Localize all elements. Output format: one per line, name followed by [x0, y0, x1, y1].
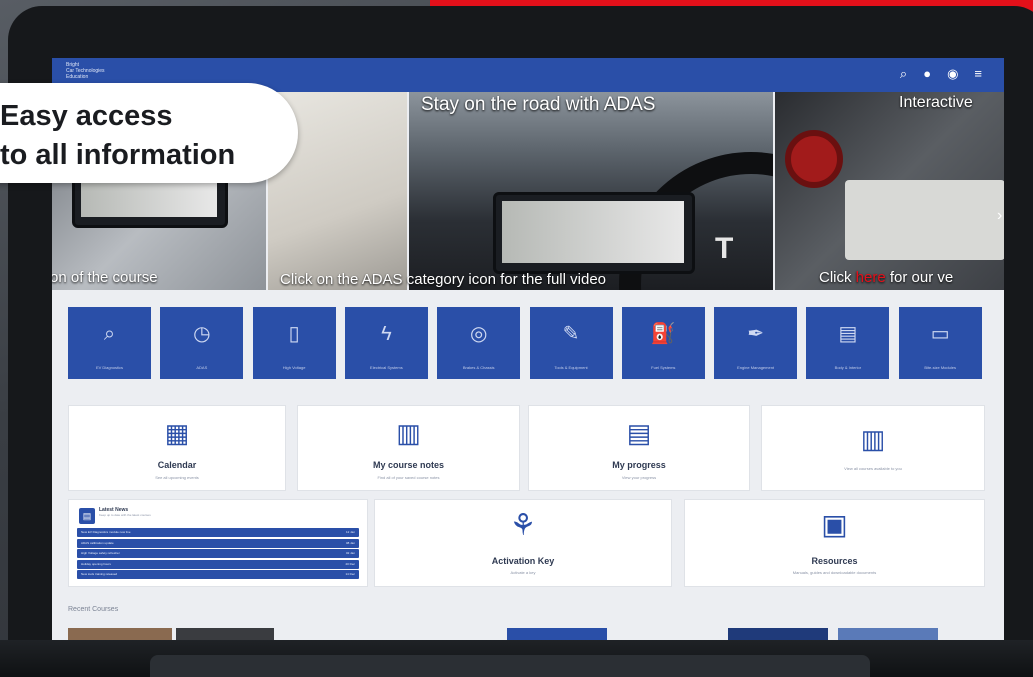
activation-title: Activation Key: [491, 556, 555, 566]
here-link[interactable]: here: [856, 269, 886, 286]
search-icon[interactable]: ⌕: [900, 65, 907, 83]
resources-title: Resources: [811, 556, 858, 566]
category-label: Engine Management: [737, 365, 775, 370]
news-item[interactable]: New EV Diagnostics module now live 12 Jan: [77, 528, 359, 537]
battery-icon: ▯: [288, 323, 300, 345]
news-icon: ▤: [79, 508, 95, 524]
electrical-icon: ϟ: [381, 323, 392, 345]
activation-subtitle: Activate a key: [510, 570, 536, 575]
brand-logo[interactable]: Bright Car Technologies Education: [66, 62, 105, 80]
notes-title: My course notes: [372, 460, 445, 470]
car-logo-icon: T: [715, 232, 734, 265]
chat-icon[interactable]: ●: [923, 65, 931, 83]
courses-subtitle: View all courses available to you: [844, 466, 902, 471]
category-label: Fuel Systems: [651, 365, 676, 370]
callout-line-1: Easy access: [0, 100, 173, 132]
category-tile[interactable]: ▭ Bite-size Modules: [898, 307, 982, 379]
category-tile[interactable]: ⌕ EV Diagnostics: [68, 307, 151, 379]
map-icon: ▥: [396, 418, 421, 448]
category-tile[interactable]: ◷ ADAS: [160, 307, 244, 379]
notebook-icon: ▣: [821, 509, 848, 540]
progress-title: My progress: [612, 460, 666, 470]
category-tile[interactable]: ◎ Brakes & Chassis: [437, 307, 521, 379]
banner-caption-adas: Click on the ADAS category icon for the …: [280, 271, 607, 288]
news-item[interactable]: ADAS calibration update 08 Jan: [77, 538, 359, 548]
report-icon: ▤: [626, 418, 652, 448]
brand-line-3: Education: [66, 74, 89, 80]
news-item-date: 20 Dec: [345, 561, 355, 566]
banner-adas-video[interactable]: Stay on the road with ADAS T: [409, 92, 773, 290]
user-icon[interactable]: ◉: [947, 65, 958, 83]
category-label: Electrical Systems: [370, 365, 403, 370]
category-tile[interactable]: ▯ High Voltage: [252, 307, 336, 379]
category-label: Tools & Equipment: [554, 365, 588, 370]
callout-line-2: to all information: [0, 139, 236, 171]
diagnostics-icon: ⌕: [103, 323, 116, 345]
brakes-icon: ◎: [469, 323, 488, 345]
callout-bubble: Easy access to all information: [0, 83, 298, 183]
news-item-text: Holiday opening hours: [81, 561, 111, 566]
fuel-icon: ⛽: [650, 323, 676, 345]
nav-icon-group: ⌕ ● ◉ ≡: [900, 65, 982, 83]
resources-card[interactable]: ▣ Resources Manuals, guides and download…: [684, 499, 985, 587]
news-item-text: ADAS calibration update: [81, 540, 114, 545]
id-card-icon: ▭: [930, 323, 950, 345]
news-subtitle: Keep up to date with the latest courses: [99, 513, 151, 517]
resources-subtitle: Manuals, guides and downloadable documen…: [792, 570, 877, 575]
news-item[interactable]: Holiday opening hours 20 Dec: [77, 559, 359, 569]
category-tiles: ⌕ EV Diagnostics ◷ ADAS ▯ High Voltage ϟ Electr…: [68, 307, 988, 379]
news-item-text: New EV Diagnostics module now live: [81, 530, 131, 534]
banner-title: Stay on the road with ADAS: [421, 94, 656, 115]
category-tile[interactable]: ✒ Engine Management: [714, 307, 798, 379]
category-tile[interactable]: ✎ Tools & Equipment: [529, 307, 613, 379]
map-icon: ▥: [860, 424, 886, 454]
course-notes-card[interactable]: ▥ My course notes Find all of your saved…: [297, 405, 520, 491]
category-tile[interactable]: ⛽ Fuel Systems: [621, 307, 705, 379]
calendar-icon: ▦: [164, 418, 190, 448]
progress-subtitle: View your progress: [621, 475, 657, 480]
carousel-next-icon[interactable]: ›: [997, 207, 1002, 225]
progress-card[interactable]: ▤ My progress View your progress: [528, 405, 750, 491]
category-tile[interactable]: ▤ Body & Interior: [806, 307, 890, 379]
recent-courses-heading: Recent Courses: [68, 606, 119, 613]
banner-title-interactive: Interactive: [899, 94, 973, 111]
car-display-image: [493, 192, 695, 274]
document-icon: ▤: [838, 323, 858, 345]
category-label: EV Diagnostics: [95, 365, 124, 370]
tools-icon: ✎: [562, 323, 580, 345]
news-item-date: 12 Jan: [345, 530, 355, 534]
machine-image: [845, 180, 1004, 260]
category-label: ADAS: [196, 365, 208, 370]
news-item-date: 14 Dec: [345, 572, 355, 576]
news-item-date: 08 Jan: [345, 540, 355, 545]
callout-text: Easy access to all information: [0, 97, 235, 175]
menu-icon[interactable]: ≡: [974, 65, 982, 83]
calendar-subtitle: See all upcoming events: [155, 475, 199, 480]
laptop-trackpad-edge: [150, 655, 870, 677]
banner-caption: on of the course: [52, 269, 158, 286]
category-label: Body & Interior: [834, 365, 862, 370]
category-label: High Voltage: [282, 365, 306, 370]
calendar-card[interactable]: ▦ Calendar See all upcoming events: [68, 405, 286, 491]
activation-key-card[interactable]: ⚘ Activation Key Activate a key: [374, 499, 672, 587]
dial-image: [785, 130, 843, 188]
courses-card[interactable]: ▥ View all courses available to you: [761, 405, 985, 491]
category-tile[interactable]: ϟ Electrical Systems: [344, 307, 428, 379]
latest-news-card: ▤ Latest News Keep up to date with the l…: [68, 499, 368, 587]
category-label: Brakes & Chassis: [462, 365, 495, 370]
pen-icon: ✒: [747, 323, 764, 345]
banner-caption-interactive: Click here for our ve: [819, 269, 954, 286]
news-item-date: 02 Jan: [345, 551, 355, 555]
category-label: Bite-size Modules: [924, 365, 956, 370]
news-item[interactable]: High Voltage safety refresher 02 Jan: [77, 549, 359, 558]
news-item[interactable]: New tools training released 14 Dec: [77, 570, 359, 579]
key-icon: ⚘: [509, 509, 537, 542]
news-item-text: High Voltage safety refresher: [81, 551, 120, 555]
adas-icon: ◷: [193, 323, 211, 345]
banner-interactive[interactable]: Interactive Click here for our ve: [775, 92, 1004, 290]
notes-subtitle: Find all of your saved course notes: [377, 475, 440, 480]
calendar-title: Calendar: [157, 460, 197, 470]
news-item-text: New tools training released: [81, 572, 118, 576]
